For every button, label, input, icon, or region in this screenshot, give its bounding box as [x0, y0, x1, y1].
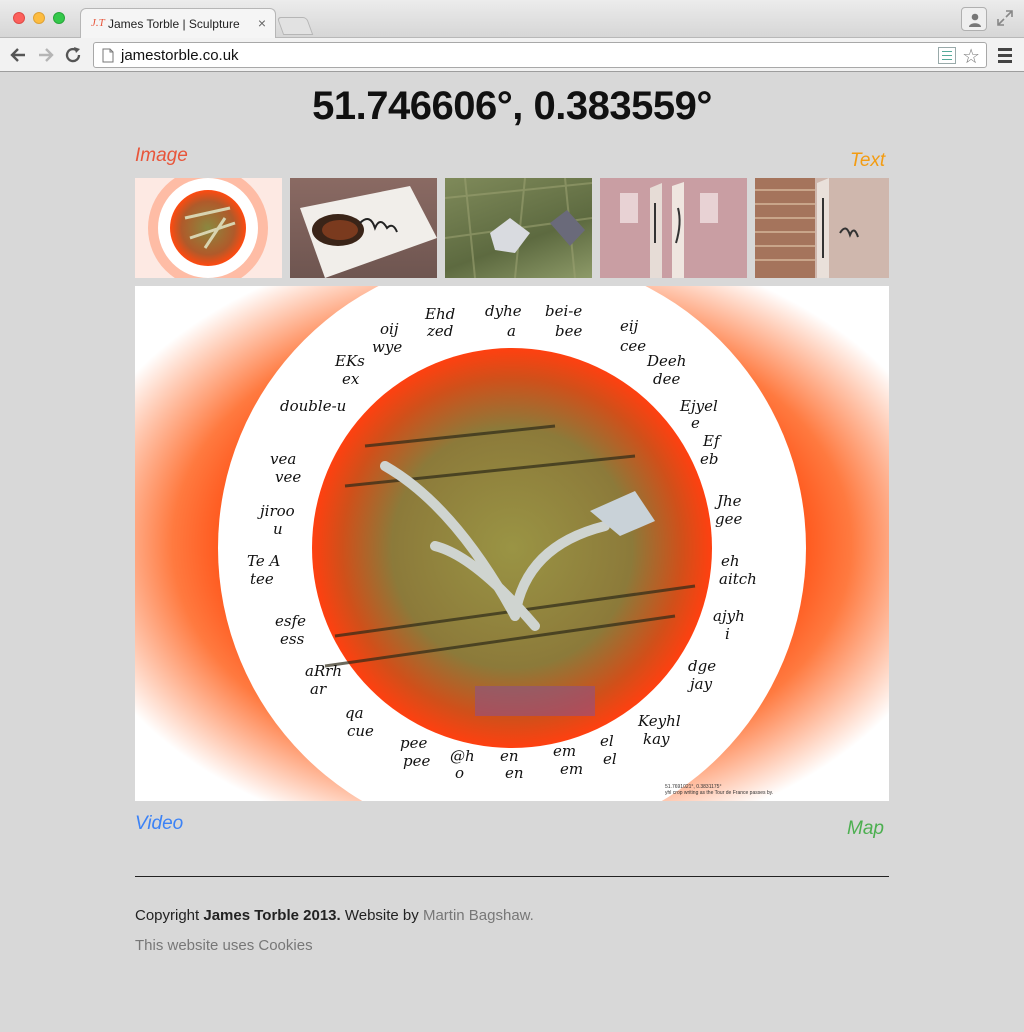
profile-button[interactable]	[961, 7, 987, 31]
image-link[interactable]: Image	[135, 145, 188, 167]
svg-text:eij: eij	[620, 317, 639, 335]
thumbnail-4[interactable]	[600, 178, 747, 278]
reload-icon[interactable]	[64, 46, 82, 64]
svg-text:o: o	[455, 764, 464, 782]
svg-text:Ef: Ef	[702, 432, 722, 450]
svg-text:esfe: esfe	[275, 612, 306, 630]
svg-text:ex: ex	[342, 370, 360, 388]
browser-titlebar: J.T James Torble | Sculpture ×	[0, 0, 1024, 39]
thumbnail-brick-wall-image	[755, 178, 889, 278]
image-caption-line2: yhl crop writing as the Tour de France p…	[665, 790, 774, 796]
svg-text:el: el	[600, 732, 614, 750]
browser-tab[interactable]: J.T James Torble | Sculpture ×	[80, 8, 276, 39]
tab-title: James Torble | Sculpture	[108, 17, 240, 31]
svg-text:dee: dee	[653, 370, 680, 388]
thumbnail-5[interactable]	[755, 178, 889, 278]
svg-text:ajyh: ajyh	[713, 607, 745, 625]
svg-text:en: en	[500, 747, 519, 765]
website-by-text: Website by	[340, 907, 423, 924]
address-bar[interactable]: jamestorble.co.uk ☆	[93, 42, 987, 68]
window-close-button[interactable]	[13, 12, 25, 24]
author-link[interactable]: Martin Bagshaw.	[423, 907, 534, 924]
favicon-icon: J.T	[91, 17, 105, 29]
svg-text:ess: ess	[280, 630, 305, 648]
main-feature-image: Ehd zed dyhe a bei-e bee eij cee Deeh dee Ejy…	[135, 254, 889, 842]
svg-text:i: i	[725, 625, 730, 643]
svg-text:jay: jay	[687, 675, 713, 693]
svg-text:pee: pee	[403, 752, 430, 770]
thumbnail-burnt-block-image	[300, 186, 437, 278]
svg-text:vea: vea	[270, 450, 296, 468]
svg-text:aitch: aitch	[719, 570, 757, 588]
new-tab-button[interactable]	[276, 17, 314, 35]
footer-copyright: Copyright James Torble 2013. Website by …	[135, 907, 534, 924]
svg-text:kay: kay	[643, 730, 670, 748]
svg-text:em: em	[553, 742, 576, 760]
svg-text:Keyhl: Keyhl	[637, 712, 681, 730]
browser-toolbar: jamestorble.co.uk ☆	[0, 38, 1024, 72]
svg-text:dge: dge	[688, 657, 716, 675]
profile-icon	[969, 13, 981, 27]
copyright-owner: James Torble 2013.	[203, 907, 341, 924]
menu-icon[interactable]	[998, 48, 1012, 66]
svg-text:ar: ar	[310, 680, 327, 698]
thumbnail-crop-circle-image	[148, 178, 268, 278]
url-text[interactable]: jamestorble.co.uk	[121, 47, 239, 64]
star-icon[interactable]: ☆	[962, 44, 980, 69]
svg-text:bee: bee	[555, 322, 582, 340]
svg-text:aRrh: aRrh	[305, 662, 342, 680]
cookies-notice[interactable]: This website uses Cookies	[135, 937, 313, 954]
svg-text:EKs: EKs	[334, 352, 365, 370]
svg-text:Jhe: Jhe	[714, 492, 742, 510]
svg-text:en: en	[505, 764, 524, 782]
svg-text:jiroo: jiroo	[257, 502, 295, 520]
svg-text:dyhe: dyhe	[485, 302, 522, 320]
thumbnail-1[interactable]	[135, 178, 282, 278]
reader-mode-icon[interactable]	[938, 47, 956, 64]
svg-text:e: e	[691, 414, 700, 432]
svg-text:eb: eb	[700, 450, 718, 468]
svg-text:eh: eh	[721, 552, 740, 570]
window-maximize-button[interactable]	[53, 12, 65, 24]
svg-text:em: em	[560, 760, 583, 778]
svg-text:Ejyel: Ejyel	[679, 397, 718, 415]
svg-text:zed: zed	[426, 322, 453, 340]
svg-text:Deeh: Deeh	[646, 352, 686, 370]
svg-text:oij: oij	[380, 320, 399, 338]
svg-text:el: el	[603, 750, 617, 768]
svg-text:Ehd: Ehd	[424, 305, 455, 323]
page-title: 51.746606°, 0.383559°	[312, 84, 712, 128]
svg-text:double-u: double-u	[280, 397, 346, 415]
svg-text:cue: cue	[347, 722, 374, 740]
thumbnail-3[interactable]	[445, 178, 592, 278]
svg-text:qa: qa	[345, 704, 364, 722]
copyright-prefix: Copyright	[135, 907, 204, 924]
fullscreen-icon[interactable]	[996, 9, 1014, 27]
svg-text:pee: pee	[400, 734, 427, 752]
thumbnail-2[interactable]	[290, 178, 437, 278]
page-icon	[102, 48, 114, 63]
svg-text:@h: @h	[450, 747, 475, 765]
svg-text:u: u	[273, 520, 283, 538]
back-icon[interactable]	[9, 46, 27, 64]
text-link[interactable]: Text	[850, 150, 885, 172]
map-link[interactable]: Map	[847, 818, 884, 840]
svg-text:gee: gee	[715, 510, 742, 528]
svg-text:cee: cee	[620, 337, 646, 355]
svg-text:a: a	[507, 322, 516, 340]
window-minimize-button[interactable]	[33, 12, 45, 24]
thumbnail-crystal-grass-image	[445, 178, 592, 278]
svg-text:tee: tee	[250, 570, 274, 588]
image-caption: 51.7691021°, 0.3831175° yhl crop writing…	[665, 784, 773, 796]
thumbnail-panels-room-image	[600, 178, 747, 278]
svg-text:vee: vee	[275, 468, 301, 486]
tab-close-icon[interactable]: ×	[258, 15, 266, 31]
footer-divider	[135, 876, 889, 877]
svg-text:bei-e: bei-e	[545, 302, 582, 320]
forward-icon[interactable]	[37, 46, 55, 64]
svg-text:wye: wye	[372, 338, 402, 356]
svg-text:Te A: Te A	[247, 552, 280, 570]
video-link[interactable]: Video	[135, 813, 183, 835]
